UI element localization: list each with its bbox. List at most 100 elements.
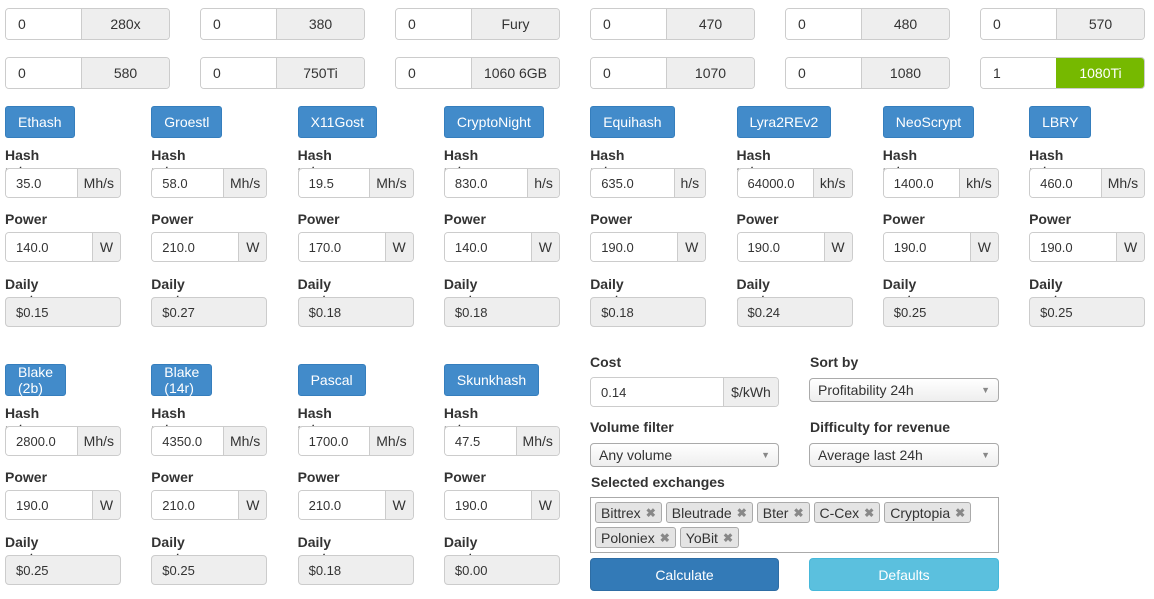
exchange-tag: Poloniex ✖: [595, 527, 676, 548]
power-input[interactable]: 170.0: [298, 233, 385, 261]
hash-rate-input[interactable]: 4350.0: [152, 427, 223, 455]
hash-rate-input[interactable]: 1400.0: [883, 169, 960, 197]
gpu-model-label[interactable]: Fury: [471, 9, 559, 39]
gpu-model-label[interactable]: 1080: [861, 58, 949, 88]
daily-cost-value: $0.18: [590, 297, 707, 327]
hash-rate-input-group: 64000.0 kh/s: [736, 168, 853, 198]
gpu-count-input[interactable]: 0: [396, 58, 471, 88]
defaults-button[interactable]: Defaults: [809, 558, 999, 591]
power-label: Power: [1029, 211, 1072, 227]
hash-rate-input-group: 35.0 Mh/s: [5, 168, 121, 198]
hash-rate-input[interactable]: 47.5: [444, 427, 516, 455]
remove-icon[interactable]: ✖: [660, 531, 670, 545]
power-input[interactable]: 190.0: [883, 233, 970, 261]
hash-rate-input[interactable]: 1700.0: [298, 427, 370, 455]
power-unit: W: [92, 233, 120, 261]
daily-cost-value: $0.25: [5, 555, 121, 585]
power-input[interactable]: 210.0: [298, 491, 385, 519]
power-input[interactable]: 190.0: [444, 491, 531, 519]
gpu-model-label[interactable]: 1070: [666, 58, 754, 88]
gpu-count-input[interactable]: 0: [591, 9, 666, 39]
gpu-count-input[interactable]: 0: [591, 58, 666, 88]
power-label: Power: [5, 211, 48, 227]
algorithm-toggle-button[interactable]: Blake (14r): [151, 364, 213, 396]
daily-cost-value: $0.24: [736, 297, 853, 327]
hash-rate-unit: Mh/s: [222, 427, 267, 455]
gpu-count-input[interactable]: 0: [201, 9, 276, 39]
gpu-model-label[interactable]: 750Ti: [276, 58, 364, 88]
gpu-input-group: 0 470: [590, 8, 755, 40]
hash-rate-input[interactable]: 35.0: [6, 169, 77, 197]
algorithm-toggle-button[interactable]: Pascal: [297, 364, 366, 396]
algorithm-toggle-button[interactable]: Ethash: [5, 106, 75, 138]
remove-icon[interactable]: ✖: [793, 506, 803, 520]
algorithm-toggle-button[interactable]: Lyra2REv2: [736, 106, 832, 138]
power-label: Power: [297, 211, 340, 227]
sort-select[interactable]: Profitability 24h ▼: [809, 378, 999, 402]
gpu-model-label[interactable]: 480: [861, 9, 949, 39]
difficulty-select[interactable]: Average last 24h ▼: [809, 443, 999, 467]
gpu-model-label[interactable]: 470: [666, 9, 754, 39]
remove-icon[interactable]: ✖: [955, 506, 965, 520]
hash-rate-unit: Mh/s: [76, 427, 120, 455]
hash-rate-input[interactable]: 2800.0: [6, 427, 77, 455]
hash-rate-input[interactable]: 64000.0: [737, 169, 813, 197]
gpu-count-input[interactable]: 0: [6, 58, 81, 88]
exchange-tag: C-Cex ✖: [813, 502, 881, 523]
remove-icon[interactable]: ✖: [864, 506, 874, 520]
algorithm-toggle-button[interactable]: Blake (2b): [5, 364, 67, 396]
gpu-input-group: 0 380: [200, 8, 365, 40]
remove-icon[interactable]: ✖: [737, 506, 747, 520]
volume-select[interactable]: Any volume ▼: [590, 443, 779, 467]
calculate-button[interactable]: Calculate: [590, 558, 779, 591]
gpu-model-label[interactable]: 1080Ti: [1056, 58, 1144, 88]
algorithm-toggle-button[interactable]: Groestl: [151, 106, 223, 138]
power-input[interactable]: 190.0: [1030, 233, 1117, 261]
algorithm-toggle-button[interactable]: NeoScrypt: [882, 106, 975, 138]
gpu-model-label[interactable]: 280x: [81, 9, 169, 39]
hash-rate-input[interactable]: 19.5: [298, 169, 370, 197]
gpu-model-label[interactable]: 380: [276, 9, 364, 39]
hash-rate-input[interactable]: 635.0: [591, 169, 674, 197]
power-input[interactable]: 190.0: [6, 491, 92, 519]
gpu-count-input[interactable]: 0: [6, 9, 81, 39]
gpu-model-label[interactable]: 570: [1056, 9, 1144, 39]
gpu-count-input[interactable]: 0: [786, 58, 861, 88]
power-input-group: 190.0 W: [1029, 232, 1146, 262]
hash-rate-input[interactable]: 58.0: [152, 169, 223, 197]
hash-rate-input[interactable]: 830.0: [444, 169, 528, 197]
algorithm-toggle-button[interactable]: LBRY: [1029, 106, 1092, 138]
power-input[interactable]: 190.0: [591, 233, 678, 261]
power-unit: W: [238, 233, 267, 261]
hash-rate-input[interactable]: 460.0: [1030, 169, 1101, 197]
sort-value: Profitability 24h: [818, 382, 914, 398]
gpu-count-input[interactable]: 0: [201, 58, 276, 88]
exchange-name: C-Cex: [819, 504, 860, 521]
algorithm-toggle-button[interactable]: CryptoNight: [443, 106, 544, 138]
power-label: Power: [5, 469, 48, 485]
algorithm-toggle-button[interactable]: Skunkhash: [443, 364, 540, 396]
gpu-count-input[interactable]: 1: [981, 58, 1056, 88]
power-input[interactable]: 140.0: [444, 233, 531, 261]
exchanges-multiselect[interactable]: Bittrex ✖ Bleutrade ✖ Bter ✖ C-Cex ✖ Cryptopia ✖ P…: [590, 497, 999, 553]
power-input[interactable]: 140.0: [6, 233, 92, 261]
power-input[interactable]: 190.0: [737, 233, 824, 261]
gpu-count-input[interactable]: 0: [981, 9, 1056, 39]
power-input-group: 210.0 W: [151, 232, 268, 262]
algorithm-toggle-button[interactable]: X11Gost: [297, 106, 378, 138]
gpu-model-label[interactable]: 580: [81, 58, 169, 88]
gpu-count-input[interactable]: 0: [396, 9, 471, 39]
volume-value: Any volume: [599, 447, 673, 463]
gpu-model-label[interactable]: 1060 6GB: [471, 58, 559, 88]
remove-icon[interactable]: ✖: [723, 531, 733, 545]
cost-input[interactable]: 0.14: [591, 378, 723, 406]
power-input-group: 190.0 W: [5, 490, 121, 520]
remove-icon[interactable]: ✖: [646, 506, 656, 520]
algorithm-toggle-button[interactable]: Equihash: [590, 106, 675, 138]
gpu-count-input[interactable]: 0: [786, 9, 861, 39]
exchanges-label: Selected exchanges: [591, 474, 725, 490]
hash-rate-input-group: 2800.0 Mh/s: [5, 426, 121, 456]
power-input[interactable]: 210.0: [152, 233, 239, 261]
daily-cost-value: $0.25: [882, 297, 999, 327]
power-input[interactable]: 210.0: [152, 491, 239, 519]
